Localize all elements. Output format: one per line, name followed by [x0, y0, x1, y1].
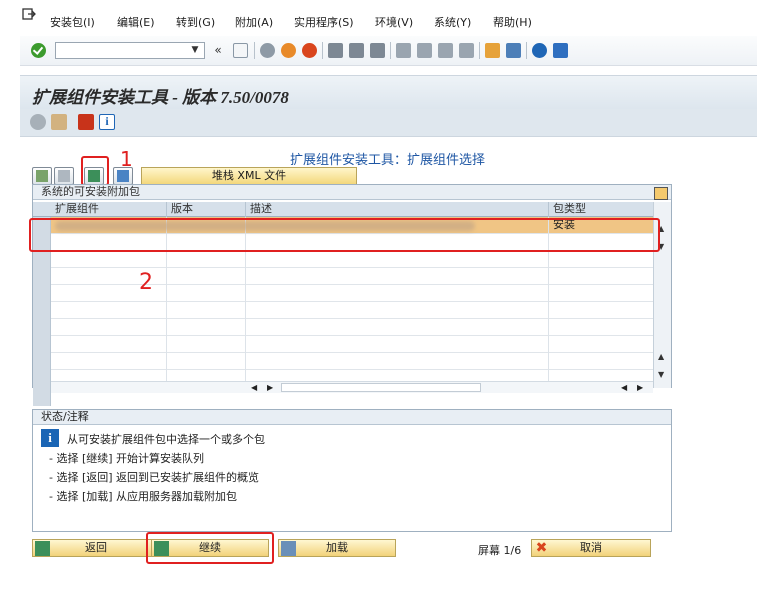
print-icon[interactable] — [328, 43, 343, 58]
annotation-1: 1 — [120, 147, 133, 171]
cancel-icon: ✖ — [535, 540, 548, 556]
screen-heading: 扩展组件安装工具：扩展组件选择 — [290, 153, 486, 168]
cancel-icon[interactable] — [302, 43, 317, 58]
status-line: - 选择 [返回] 返回到已安装扩展组件的概览 — [49, 471, 260, 484]
log-icon[interactable] — [78, 114, 94, 130]
column-version[interactable]: 版本 — [167, 202, 246, 217]
collapse-icon[interactable]: « — [210, 43, 226, 58]
group-title: 系统的可安装附加包 — [33, 185, 671, 200]
highlight-box-3 — [146, 532, 274, 564]
refresh-icon — [117, 170, 129, 182]
column-description[interactable]: 描述 — [246, 202, 549, 217]
scroll-up-icon[interactable]: ▲ — [658, 352, 664, 361]
back-icon[interactable] — [260, 43, 275, 58]
main-screen: 扩展组件安装工具：扩展组件选择 堆栈 XML 文件 1 系统的可安装附加包 扩展… — [20, 138, 757, 590]
select-all-button[interactable] — [32, 167, 52, 185]
deselect-all-icon — [58, 170, 70, 182]
horizontal-scroll-thumb[interactable] — [281, 383, 481, 392]
toolbar-separator — [254, 42, 255, 59]
status-line: 从可安装扩展组件包中选择一个或多个包 — [67, 433, 265, 446]
help-icon[interactable] — [532, 43, 547, 58]
table-row[interactable] — [51, 251, 653, 268]
customize-icon[interactable] — [553, 43, 568, 58]
find-next-icon[interactable] — [370, 43, 385, 58]
next-page-icon[interactable] — [438, 43, 453, 58]
shortcut-icon[interactable] — [506, 43, 521, 58]
save-icon[interactable] — [233, 43, 248, 58]
prev-page-icon[interactable] — [417, 43, 432, 58]
back-icon — [35, 541, 50, 556]
document-icon[interactable] — [51, 114, 67, 130]
toolbar-separator — [479, 42, 480, 59]
scroll-right-icon[interactable]: ▶ — [267, 383, 273, 392]
scroll-left-icon[interactable]: ◀ — [251, 383, 257, 392]
menu-item-environment[interactable]: 环境(V) — [375, 14, 413, 30]
annotation-2: 2 — [139, 270, 153, 295]
menu-item-goto[interactable]: 转到(G) — [176, 14, 215, 30]
new-session-icon[interactable] — [485, 43, 500, 58]
stack-xml-button[interactable]: 堆栈 XML 文件 — [141, 167, 357, 185]
menu-item-edit[interactable]: 编辑(E) — [117, 14, 155, 30]
column-component[interactable]: 扩展组件 — [51, 202, 167, 217]
info-icon[interactable]: i — [99, 114, 115, 130]
info-icon: i — [41, 429, 59, 447]
table-row[interactable] — [51, 302, 653, 319]
last-page-icon[interactable] — [459, 43, 474, 58]
column-settings-icon[interactable] — [654, 187, 668, 200]
page-title: 扩展组件安装工具 - 版本 7.50/0078 — [32, 88, 289, 107]
menu-bar: 安装包(I) 编辑(E) 转到(G) 附加(A) 实用程序(S) 环境(V) 系… — [0, 0, 757, 32]
horizontal-scrollbar[interactable]: ◀ ▶ ◀ ▶ — [51, 381, 653, 393]
enter-icon[interactable] — [31, 43, 46, 58]
display-icon[interactable] — [30, 114, 46, 130]
table-header: 扩展组件 版本 描述 包类型 — [33, 202, 653, 217]
menu-item-system[interactable]: 系统(Y) — [434, 14, 471, 30]
toolbar-separator — [322, 42, 323, 59]
standard-toolbar: ▼ « — [20, 36, 757, 66]
table-row[interactable] — [51, 353, 653, 370]
deselect-all-button[interactable] — [54, 167, 74, 185]
scroll-right-icon[interactable]: ▶ — [637, 383, 643, 392]
menu-item-extras[interactable]: 附加(A) — [235, 14, 273, 30]
load-button[interactable]: 加载 — [278, 539, 396, 557]
status-line: - 选择 [加载] 从应用服务器加载附加包 — [49, 490, 238, 503]
toolbar-separator — [526, 42, 527, 59]
scroll-down-icon[interactable]: ▼ — [658, 370, 664, 379]
scroll-left-icon[interactable]: ◀ — [621, 383, 627, 392]
command-dropdown-icon[interactable]: ▼ — [187, 43, 203, 58]
first-page-icon[interactable] — [396, 43, 411, 58]
table-row[interactable] — [51, 319, 653, 336]
back-button[interactable]: 返回 — [32, 539, 160, 557]
cancel-button[interactable]: ✖ 取消 — [531, 539, 651, 557]
toolbar-separator — [390, 42, 391, 59]
highlight-box-2 — [29, 218, 660, 252]
load-icon — [281, 541, 296, 556]
system-menu-icon[interactable] — [22, 8, 36, 20]
menu-item-help[interactable]: 帮助(H) — [493, 14, 532, 30]
installable-packages-group: 系统的可安装附加包 扩展组件 版本 描述 包类型 安装 ▲ ▼ ▲ ▼ ◀ ▶ … — [32, 184, 672, 406]
status-line: - 选择 [继续] 开始计算安装队列 — [49, 452, 205, 465]
table-row[interactable] — [51, 336, 653, 353]
status-notes-group: 状态/注释 i 从可安装扩展组件包中选择一个或多个包 - 选择 [继续] 开始计… — [32, 409, 672, 532]
highlight-box-1 — [81, 156, 109, 186]
title-bar: 扩展组件安装工具 - 版本 7.50/0078 — [20, 75, 757, 109]
screen-counter: 屏幕 1/6 — [478, 544, 522, 557]
column-package-type[interactable]: 包类型 — [549, 202, 635, 217]
exit-icon[interactable] — [281, 43, 296, 58]
status-title: 状态/注释 — [33, 410, 671, 425]
menu-item-utilities[interactable]: 实用程序(S) — [294, 14, 354, 30]
application-toolbar: i — [20, 109, 757, 137]
find-icon[interactable] — [349, 43, 364, 58]
select-all-icon — [36, 170, 48, 182]
menu-item-package[interactable]: 安装包(I) — [50, 14, 95, 30]
command-field[interactable] — [55, 42, 205, 59]
